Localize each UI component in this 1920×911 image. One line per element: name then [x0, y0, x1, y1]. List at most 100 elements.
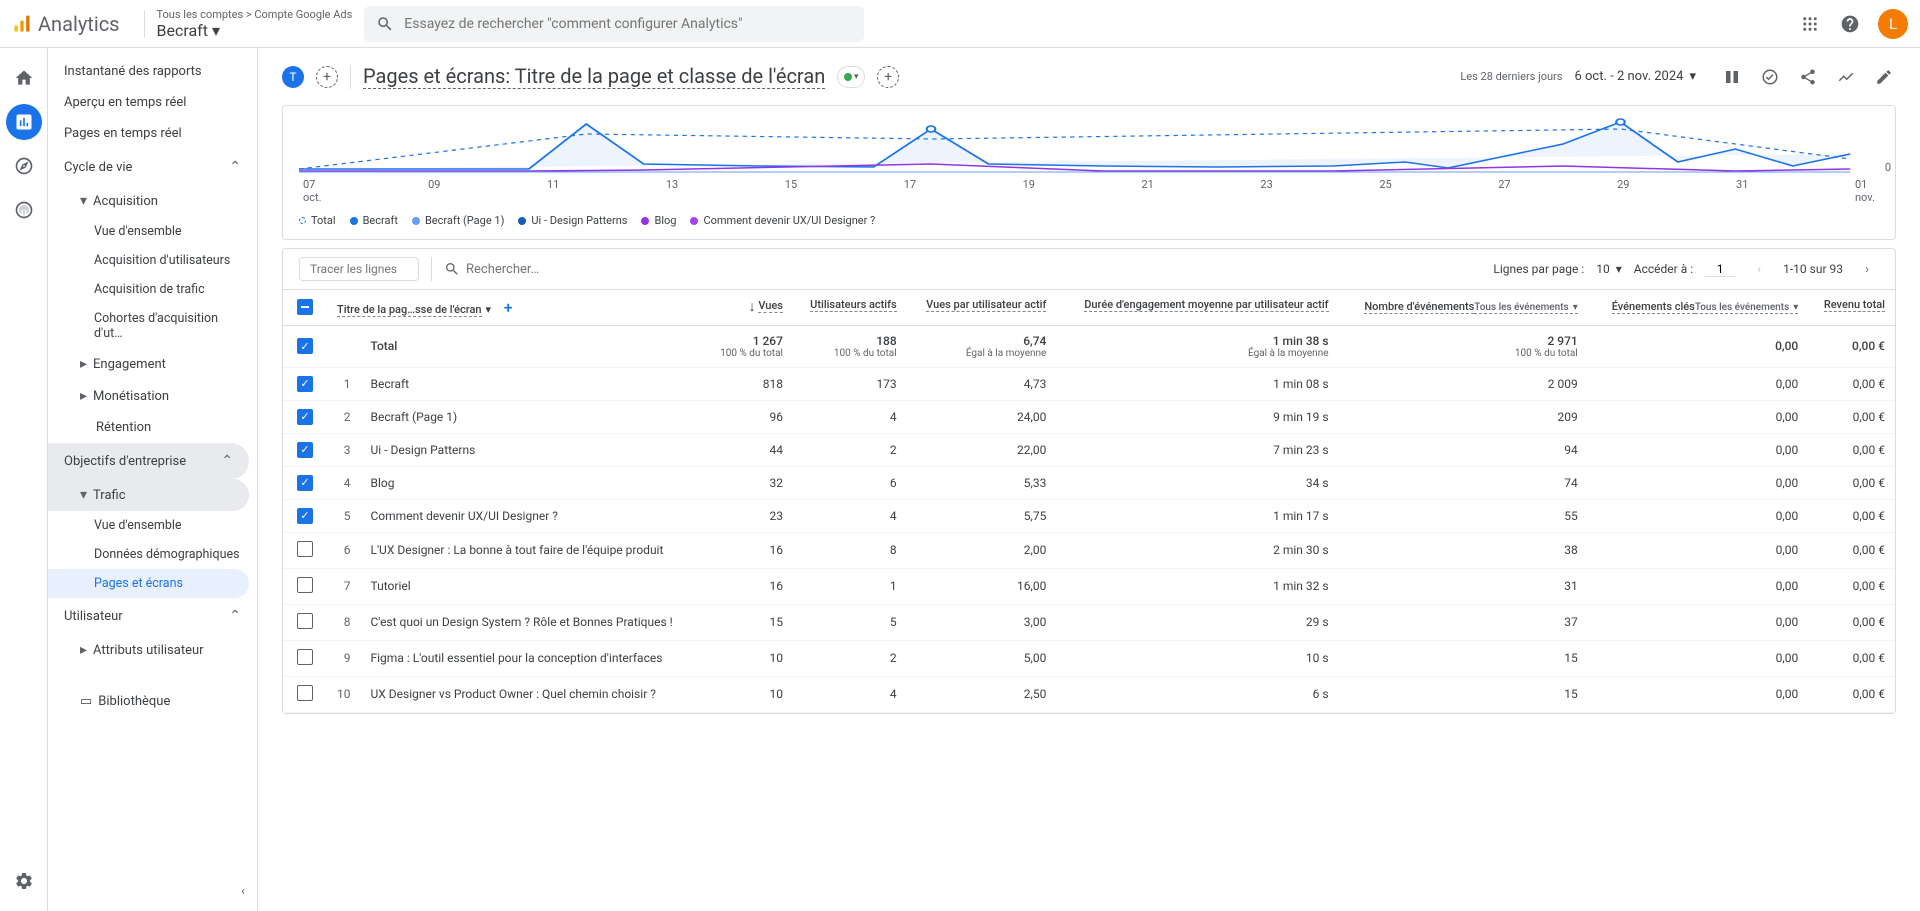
checkbox[interactable]: ✓	[297, 475, 313, 491]
rail-reports-icon[interactable]	[6, 104, 42, 140]
row-name[interactable]: Tutoriel	[361, 568, 705, 604]
checkbox[interactable]: ✓	[297, 508, 313, 524]
row-name[interactable]: Ui - Design Patterns	[361, 433, 705, 466]
checkbox[interactable]: ✓	[297, 409, 313, 425]
collapse-sidebar-icon[interactable]: ‹	[241, 884, 245, 899]
col-key-events[interactable]: Événements clésTous les événements ▾	[1588, 290, 1809, 325]
sidebar-item-acquisition[interactable]: ▾Acquisition	[48, 185, 257, 217]
checkbox[interactable]	[297, 685, 313, 701]
legend-item[interactable]: Ui - Design Patterns	[518, 214, 627, 227]
search-input[interactable]	[404, 16, 852, 32]
customize-icon[interactable]	[1758, 65, 1782, 89]
checkbox[interactable]	[297, 577, 313, 593]
add-comparison-button[interactable]: +	[877, 66, 899, 88]
row-name[interactable]: Comment devenir UX/UI Designer ?	[361, 499, 705, 532]
goto-input[interactable]	[1705, 262, 1735, 277]
sidebar-item-retention[interactable]: Rétention	[48, 412, 257, 443]
table-row[interactable]: 6 L'UX Designer : La bonne à tout faire …	[283, 532, 1895, 568]
sidebar-item-user-acq[interactable]: Acquisition d'utilisateurs	[48, 246, 257, 275]
select-all-checkbox[interactable]	[297, 299, 313, 315]
help-icon[interactable]	[1838, 12, 1862, 36]
add-dimension-button[interactable]: +	[499, 298, 517, 316]
sidebar-item-cohorts[interactable]: Cohortes d'acquisition d'ut…	[48, 304, 257, 348]
sidebar-item-engagement[interactable]: ▸Engagement	[48, 348, 257, 380]
legend-item[interactable]: Blog	[641, 214, 676, 227]
date-range-picker[interactable]: 6 oct. - 2 nov. 2024▾	[1574, 69, 1696, 84]
rail-home-icon[interactable]	[6, 60, 42, 96]
key-events-filter-dropdown[interactable]: Tous les événements ▾	[1695, 302, 1798, 314]
checkbox[interactable]	[297, 613, 313, 629]
col-revenue[interactable]: Revenu total	[1808, 290, 1895, 325]
table-row[interactable]: ✓ 4 Blog 32 6 5,33 34 s 74 0,00 0,00 €	[283, 466, 1895, 499]
table-row[interactable]: ✓ 2 Becraft (Page 1) 96 4 24,00 9 min 19…	[283, 400, 1895, 433]
prev-page-icon[interactable]: ‹	[1747, 257, 1771, 281]
logo[interactable]: Analytics	[12, 12, 120, 36]
checkbox[interactable]	[297, 649, 313, 665]
dimension-dropdown[interactable]: Titre de la pag…sse de l'écran ▾	[337, 303, 491, 317]
sidebar-section-user[interactable]: Utilisateur⌃	[48, 598, 257, 634]
rows-per-page-select[interactable]: 10▾	[1596, 262, 1622, 276]
row-name[interactable]: L'UX Designer : La bonne à tout faire de…	[361, 532, 705, 568]
col-vpu[interactable]: Vues par utilisateur actif	[907, 290, 1057, 325]
table-row[interactable]: ✓ 1 Becraft 818 173 4,73 1 min 08 s 2 00…	[283, 367, 1895, 400]
col-users[interactable]: Utilisateurs actifs	[793, 290, 907, 325]
row-name[interactable]: Becraft (Page 1)	[361, 400, 705, 433]
table-row[interactable]: ✓ 5 Comment devenir UX/UI Designer ? 23 …	[283, 499, 1895, 532]
sidebar-item-realtime-pages[interactable]: Pages en temps réel	[48, 118, 257, 149]
table-row[interactable]: 8 C'est quoi un Design System ? Rôle et …	[283, 604, 1895, 640]
search-box[interactable]	[364, 6, 864, 42]
sidebar-item-traffic-acq[interactable]: Acquisition de trafic	[48, 275, 257, 304]
rail-explore-icon[interactable]	[6, 148, 42, 184]
sidebar-item-snapshot[interactable]: Instantané des rapports	[48, 56, 257, 87]
compare-icon[interactable]	[1720, 65, 1744, 89]
legend-item[interactable]: Becraft	[350, 214, 398, 227]
page-title[interactable]: Pages et écrans: Titre de la page et cla…	[363, 64, 825, 89]
insights-icon[interactable]	[1834, 65, 1858, 89]
col-engagement[interactable]: Durée d'engagement moyenne par utilisate…	[1056, 290, 1338, 325]
sidebar-item-traffic-overview[interactable]: Vue d'ensemble	[48, 511, 257, 540]
sidebar-section-business[interactable]: Objectifs d'entreprise⌃	[48, 443, 249, 479]
avatar[interactable]: L	[1878, 9, 1908, 39]
sidebar-item-traffic[interactable]: ▾Trafic	[48, 479, 249, 511]
rail-admin-icon[interactable]	[6, 863, 42, 899]
sidebar-item-pages-screens[interactable]: Pages et écrans	[48, 569, 249, 598]
edit-icon[interactable]	[1872, 65, 1896, 89]
checkbox[interactable]: ✓	[297, 442, 313, 458]
checkbox[interactable]	[297, 541, 313, 557]
events-filter-dropdown[interactable]: Tous les événements ▾	[1474, 302, 1577, 314]
col-views[interactable]: ↓ Vues	[705, 290, 793, 325]
line-chart[interactable]: 0	[299, 114, 1879, 174]
sidebar-item-acq-overview[interactable]: Vue d'ensemble	[48, 217, 257, 246]
row-name[interactable]: C'est quoi un Design System ? Rôle et Bo…	[361, 604, 705, 640]
apps-icon[interactable]	[1798, 12, 1822, 36]
row-name[interactable]: Becraft	[361, 367, 705, 400]
row-name[interactable]: UX Designer vs Product Owner : Quel chem…	[361, 676, 705, 712]
rail-advertising-icon[interactable]	[6, 192, 42, 228]
segment-badge[interactable]: T	[282, 66, 304, 88]
legend-item[interactable]: Becraft (Page 1)	[412, 214, 504, 227]
checkbox[interactable]: ✓	[297, 338, 313, 354]
table-row[interactable]: 10 UX Designer vs Product Owner : Quel c…	[283, 676, 1895, 712]
legend-item[interactable]: Comment devenir UX/UI Designer ?	[690, 214, 875, 227]
legend-item[interactable]: Total	[299, 214, 336, 227]
table-row[interactable]: 9 Figma : L'outil essentiel pour la conc…	[283, 640, 1895, 676]
col-events[interactable]: Nombre d'événementsTous les événements ▾	[1339, 290, 1588, 325]
share-icon[interactable]	[1796, 65, 1820, 89]
sidebar-item-realtime-overview[interactable]: Aperçu en temps réel	[48, 87, 257, 118]
table-search-input[interactable]	[466, 262, 632, 277]
sidebar-item-library[interactable]: ▭Bibliothèque	[48, 686, 257, 717]
account-selector[interactable]: Tous les comptes > Compte Google Ads Bec…	[157, 8, 353, 40]
table-row[interactable]: ✓ 3 Ui - Design Patterns 44 2 22,00 7 mi…	[283, 433, 1895, 466]
checkbox[interactable]: ✓	[297, 376, 313, 392]
sidebar-item-demographics[interactable]: Données démographiques	[48, 540, 257, 569]
add-segment-button[interactable]: +	[316, 66, 338, 88]
sidebar-section-lifecycle[interactable]: Cycle de vie⌃	[48, 149, 257, 185]
sidebar-item-monetization[interactable]: ▸Monétisation	[48, 380, 257, 412]
status-pill[interactable]: ▾	[837, 66, 865, 88]
trace-lines-input[interactable]	[299, 257, 419, 281]
next-page-icon[interactable]: ›	[1855, 257, 1879, 281]
row-name[interactable]: Figma : L'outil essentiel pour la concep…	[361, 640, 705, 676]
row-name[interactable]: Blog	[361, 466, 705, 499]
sidebar-item-user-attributes[interactable]: ▸Attributs utilisateur	[48, 634, 257, 666]
table-search[interactable]	[444, 261, 1481, 277]
